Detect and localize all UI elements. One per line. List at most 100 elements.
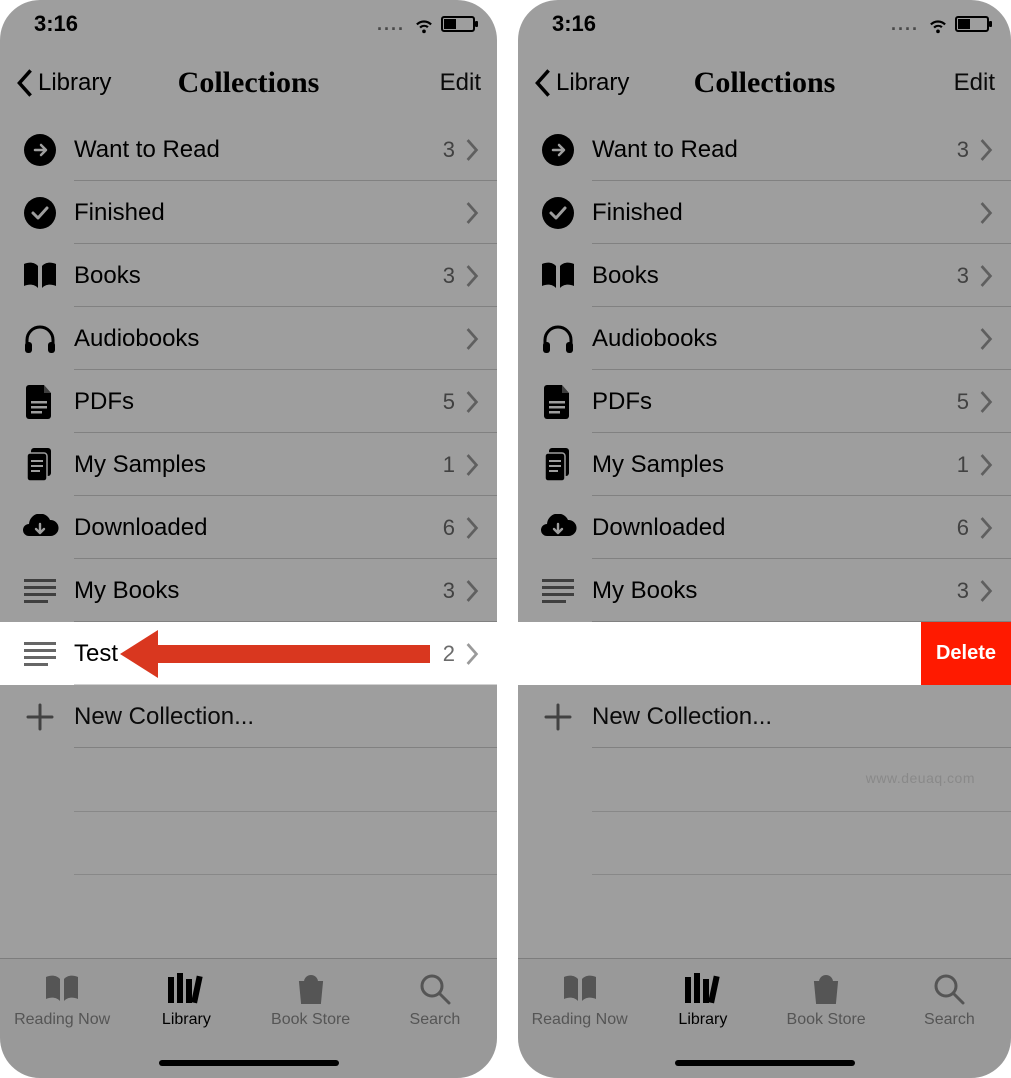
collection-count: 2 [443, 641, 455, 667]
collection-row-want-to-read[interactable]: Want to Read 3 [518, 118, 1011, 181]
collection-label: Audiobooks [74, 325, 455, 353]
document-icon [538, 382, 578, 422]
tab-label: Reading Now [14, 1011, 110, 1029]
collection-row-books[interactable]: Books 3 [518, 244, 1011, 307]
back-label: Library [38, 69, 111, 97]
chevron-right-icon [979, 580, 993, 602]
tab-library[interactable]: Library [131, 971, 241, 1029]
phone-screen-right: 3:16 .... Library Collections Edit Want … [518, 0, 1011, 1078]
collection-count: 6 [443, 515, 455, 541]
collection-row-test-swiped[interactable]: st 2 Delete [518, 622, 1011, 685]
home-indicator[interactable] [675, 1060, 855, 1066]
collection-row-my-samples[interactable]: My Samples 1 [0, 433, 497, 496]
collection-row-my-samples[interactable]: My Samples 1 [518, 433, 1011, 496]
pages-icon [20, 445, 60, 485]
chevron-right-icon [979, 139, 993, 161]
back-button[interactable]: Library [16, 69, 111, 97]
collections-list: Want to Read 3 Finished Books 3 [0, 118, 497, 958]
library-icon [166, 971, 206, 1007]
library-icon [683, 971, 723, 1007]
chevron-right-icon [979, 202, 993, 224]
empty-rows [0, 748, 497, 938]
tab-search[interactable]: Search [894, 971, 1004, 1029]
search-icon [929, 971, 969, 1007]
checkmark-circle-icon [20, 193, 60, 233]
collection-row-finished[interactable]: Finished [0, 181, 497, 244]
collection-row-audiobooks[interactable]: Audiobooks [518, 307, 1011, 370]
collection-row-test[interactable]: Test 2 [0, 622, 497, 685]
arrow-circle-icon [20, 130, 60, 170]
chevron-right-icon [465, 454, 479, 476]
chevron-right-icon [979, 517, 993, 539]
collection-count: 3 [443, 263, 455, 289]
new-collection-button[interactable]: New Collection... [518, 685, 1011, 748]
collection-row-pdfs[interactable]: PDFs 5 [518, 370, 1011, 433]
collection-count: 3 [957, 137, 969, 163]
collection-label: PDFs [592, 388, 957, 416]
edit-button[interactable]: Edit [440, 69, 481, 97]
chevron-right-icon [465, 265, 479, 287]
collection-label: My Books [74, 577, 443, 605]
pages-icon [538, 445, 578, 485]
tab-reading-now[interactable]: Reading Now [525, 971, 635, 1029]
chevron-right-icon [979, 265, 993, 287]
status-time: 3:16 [34, 11, 78, 37]
collection-row-pdfs[interactable]: PDFs 5 [0, 370, 497, 433]
chevron-right-icon [979, 328, 993, 350]
tab-book-store[interactable]: Book Store [256, 971, 366, 1029]
collection-label: Finished [74, 199, 455, 227]
chevron-right-icon [465, 517, 479, 539]
collection-count: 1 [957, 452, 969, 478]
collection-row-want-to-read[interactable]: Want to Read 3 [0, 118, 497, 181]
tab-reading-now[interactable]: Reading Now [7, 971, 117, 1029]
headphones-icon [20, 319, 60, 359]
battery-icon [955, 16, 989, 32]
collection-row-downloaded[interactable]: Downloaded 6 [0, 496, 497, 559]
collection-row-audiobooks[interactable]: Audiobooks [0, 307, 497, 370]
collection-label: Books [592, 262, 957, 290]
chevron-right-icon [465, 580, 479, 602]
collection-label: My Books [592, 577, 957, 605]
collection-row-finished[interactable]: Finished [518, 181, 1011, 244]
collection-label: Finished [592, 199, 969, 227]
nav-bar: Library Collections Edit [0, 48, 497, 118]
document-icon [20, 382, 60, 422]
chevron-right-icon [979, 391, 993, 413]
new-collection-button[interactable]: New Collection... [0, 685, 497, 748]
collection-label: Test [74, 640, 443, 668]
tab-book-store[interactable]: Book Store [771, 971, 881, 1029]
collection-count: 1 [443, 452, 455, 478]
delete-button[interactable]: Delete [921, 622, 1011, 685]
battery-icon [441, 16, 475, 32]
arrow-circle-icon [538, 130, 578, 170]
collection-label: Audiobooks [592, 325, 969, 353]
tab-library[interactable]: Library [648, 971, 758, 1029]
headphones-icon [538, 319, 578, 359]
new-collection-label: New Collection... [592, 703, 993, 731]
bag-icon [806, 971, 846, 1007]
new-collection-label: New Collection... [74, 703, 479, 731]
collection-label: st [518, 640, 975, 668]
back-button[interactable]: Library [534, 69, 629, 97]
collection-count: 3 [443, 137, 455, 163]
collection-row-books[interactable]: Books 3 [0, 244, 497, 307]
home-indicator[interactable] [159, 1060, 339, 1066]
status-time: 3:16 [552, 11, 596, 37]
chevron-right-icon [465, 202, 479, 224]
collection-row-my-books[interactable]: My Books 3 [0, 559, 497, 622]
collection-row-my-books[interactable]: My Books 3 [518, 559, 1011, 622]
book-icon [20, 256, 60, 296]
book-open-icon [42, 971, 82, 1007]
tab-search[interactable]: Search [380, 971, 490, 1029]
plus-icon [538, 697, 578, 737]
wifi-icon [927, 13, 949, 35]
chevron-right-icon [465, 643, 479, 665]
collection-count: 3 [957, 578, 969, 604]
checkmark-circle-icon [538, 193, 578, 233]
collection-row-downloaded[interactable]: Downloaded 6 [518, 496, 1011, 559]
bag-icon [291, 971, 331, 1007]
tab-label: Search [410, 1011, 461, 1029]
edit-button[interactable]: Edit [954, 69, 995, 97]
cloud-download-icon [20, 508, 60, 548]
phone-screen-left: 3:16 .... Library Collections Edit Want … [0, 0, 497, 1078]
